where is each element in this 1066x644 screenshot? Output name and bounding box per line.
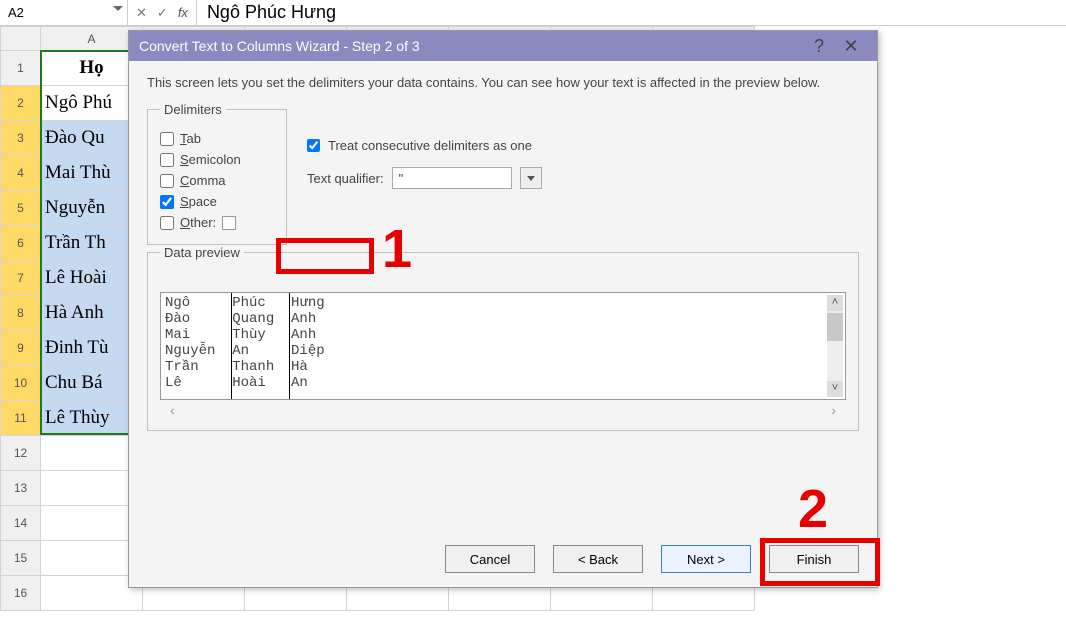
confirm-icon[interactable]: ✓ <box>157 5 168 21</box>
cancel-icon[interactable]: ✕ <box>136 5 147 21</box>
hscroll-right-icon[interactable]: › <box>831 402 836 418</box>
row-header[interactable]: 6 <box>1 226 41 261</box>
delimiter-space-label: Space <box>180 194 217 209</box>
row-header[interactable]: 7 <box>1 261 41 296</box>
hscroll-left-icon[interactable]: ‹ <box>170 402 175 418</box>
annotation-1: 1 <box>382 218 412 280</box>
data-preview-box: Ngô Phúc Hưng Đào Quang Anh Mai Thùy Anh… <box>160 292 846 400</box>
formula-bar-buttons: ✕ ✓ fx <box>128 0 197 25</box>
text-qualifier-select[interactable]: " <box>392 167 512 189</box>
scroll-up-icon[interactable]: ˄ <box>827 295 843 311</box>
delimiter-other-checkbox[interactable] <box>160 216 174 230</box>
row-header[interactable]: 10 <box>1 366 41 401</box>
treat-consecutive-label: Treat consecutive delimiters as one <box>328 138 532 153</box>
delimiter-semicolon-checkbox[interactable] <box>160 153 174 167</box>
delimiter-semicolon-label: Semicolon <box>180 152 241 167</box>
back-button[interactable]: < Back <box>553 545 643 573</box>
delimiter-tab-label: Tab <box>180 131 201 146</box>
scroll-down-icon[interactable]: ˅ <box>827 381 843 397</box>
dialog-intro: This screen lets you set the delimiters … <box>147 75 859 90</box>
row-header[interactable]: 9 <box>1 331 41 366</box>
row-header[interactable]: 4 <box>1 156 41 191</box>
delimiter-space-checkbox[interactable] <box>160 195 174 209</box>
finish-button[interactable]: Finish <box>769 545 859 573</box>
data-preview-group: Data preview Ngô Phúc Hưng Đào Quang Anh… <box>147 245 859 431</box>
row-header[interactable]: 8 <box>1 296 41 331</box>
delimiter-tab-checkbox[interactable] <box>160 132 174 146</box>
next-button[interactable]: Next > <box>661 545 751 573</box>
text-qualifier-label: Text qualifier: <box>307 171 384 186</box>
delimiter-comma-label: Comma <box>180 173 226 188</box>
delimiter-other-label: Other: <box>180 215 216 230</box>
dialog-title: Convert Text to Columns Wizard - Step 2 … <box>139 38 420 54</box>
dialog-titlebar[interactable]: Convert Text to Columns Wizard - Step 2 … <box>129 31 877 61</box>
row-header[interactable]: 2 <box>1 86 41 121</box>
delimiter-comma-checkbox[interactable] <box>160 174 174 188</box>
row-header[interactable]: 3 <box>1 121 41 156</box>
help-icon[interactable]: ? <box>803 36 835 57</box>
text-qualifier-dropdown-button[interactable] <box>520 167 542 189</box>
data-preview-legend: Data preview <box>160 245 244 260</box>
row-header[interactable]: 11 <box>1 401 41 436</box>
row-header[interactable]: 13 <box>1 471 41 506</box>
formula-bar: A2 ✕ ✓ fx Ngô Phúc Hưng <box>0 0 1066 26</box>
row-header[interactable]: 14 <box>1 506 41 541</box>
formula-bar-value[interactable]: Ngô Phúc Hưng <box>197 2 346 23</box>
name-box-value: A2 <box>8 5 24 20</box>
data-preview-text: Ngô Phúc Hưng Đào Quang Anh Mai Thùy Anh… <box>161 293 845 393</box>
name-box[interactable]: A2 <box>0 0 128 25</box>
row-header[interactable]: 1 <box>1 51 41 86</box>
row-header[interactable]: 16 <box>1 576 41 611</box>
cancel-button[interactable]: Cancel <box>445 545 535 573</box>
select-all-corner[interactable] <box>1 27 41 51</box>
fx-icon[interactable]: fx <box>178 5 188 20</box>
row-header[interactable]: 15 <box>1 541 41 576</box>
treat-consecutive-checkbox[interactable] <box>307 139 320 152</box>
text-to-columns-wizard: Convert Text to Columns Wizard - Step 2 … <box>128 30 878 588</box>
row-header[interactable]: 12 <box>1 436 41 471</box>
delimiter-other-input[interactable] <box>222 216 236 230</box>
delimiters-legend: Delimiters <box>160 102 226 117</box>
chevron-down-icon[interactable] <box>113 6 123 11</box>
row-header[interactable]: 5 <box>1 191 41 226</box>
scroll-thumb[interactable] <box>827 313 843 341</box>
delimiters-group: Delimiters Tab Semicolon Comma Space Oth… <box>147 102 287 245</box>
annotation-2: 2 <box>798 478 828 540</box>
close-icon[interactable]: ✕ <box>835 36 867 57</box>
